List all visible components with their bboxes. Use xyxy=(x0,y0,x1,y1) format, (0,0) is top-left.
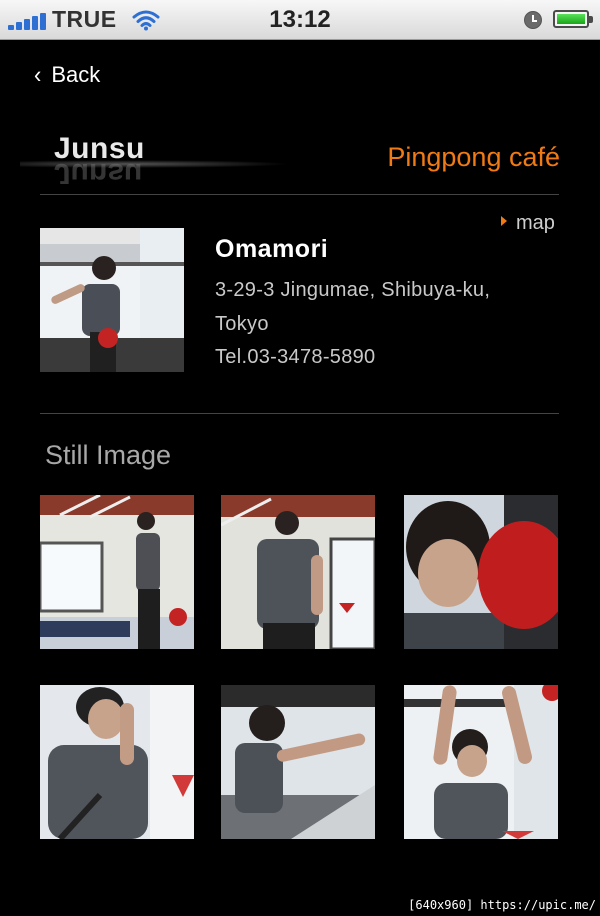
artist-name-block: Junsu Junsu xyxy=(20,128,290,192)
still-image-6[interactable] xyxy=(404,685,558,839)
address-line-2: Tokyo xyxy=(215,313,269,335)
clock-icon xyxy=(524,11,542,29)
divider-middle xyxy=(40,413,559,414)
back-button[interactable]: ‹ Back xyxy=(34,60,101,92)
phone-number[interactable]: Tel.03-3478-5890 xyxy=(215,346,375,369)
divider-top xyxy=(40,194,559,195)
status-time: 13:12 xyxy=(269,6,331,33)
map-label: map xyxy=(516,212,555,234)
back-label: Back xyxy=(51,62,101,87)
address-line-1: 3-29-3 Jingumae, Shibuya-ku, xyxy=(215,279,491,301)
chevron-left-icon: ‹ xyxy=(34,60,42,89)
watermark: [640x960] https://upic.me/ xyxy=(408,898,596,912)
battery-icon xyxy=(553,10,593,28)
still-image-5[interactable] xyxy=(221,685,375,839)
still-image-1[interactable] xyxy=(40,495,194,649)
still-image-2[interactable] xyxy=(221,495,375,649)
place-photo xyxy=(40,228,184,372)
venue-title: Pingpong café xyxy=(387,142,560,172)
status-bar: TRUE 13:12 xyxy=(0,0,600,40)
gallery-title: Still Image xyxy=(45,440,172,470)
place-name: Omamori xyxy=(215,235,329,263)
triangle-right-icon xyxy=(501,216,507,226)
still-image-3[interactable] xyxy=(404,495,558,649)
artist-name: Junsu xyxy=(54,132,145,165)
map-link[interactable]: map xyxy=(501,212,555,235)
artist-name-reflection: Junsu xyxy=(54,162,143,184)
still-image-4[interactable] xyxy=(40,685,194,839)
